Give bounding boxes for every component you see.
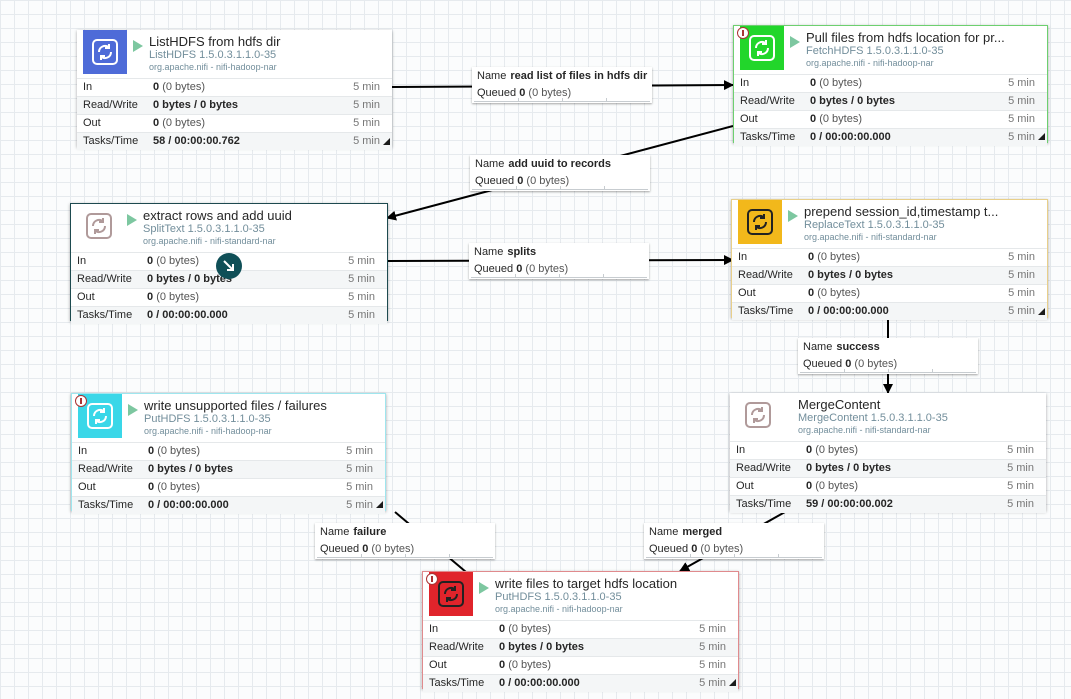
stat-row-out: Out 0 (0 bytes) 5 min bbox=[734, 110, 1047, 128]
stat-row-tasks: Tasks/Time 0 / 00:00:00.000 5 min bbox=[734, 128, 1047, 146]
processor-bundle: org.apache.nifi - nifi-standard-nar bbox=[798, 425, 931, 435]
connection-label-read-list[interactable]: Name read list of files in hdfs dir Queue… bbox=[472, 67, 652, 103]
processor-replacetext[interactable]: prepend session_id,timestamp t... Replac… bbox=[731, 199, 1048, 320]
processor-type: ListHDFS 1.5.0.3.1.1.0-35 bbox=[149, 49, 277, 61]
stat-row-in: In 0 (0 bytes) 5 min bbox=[734, 74, 1047, 92]
running-icon bbox=[133, 40, 143, 52]
processor-bundle: org.apache.nifi - nifi-hadoop-nar bbox=[806, 58, 934, 68]
resize-handle bbox=[376, 501, 383, 508]
queue-backpressure-bar bbox=[472, 186, 648, 190]
processor-name: MergeContent bbox=[798, 397, 881, 412]
stat-row-tasks: Tasks/Time 0 / 00:00:00.000 5 min bbox=[732, 302, 1047, 320]
refresh-icon bbox=[745, 402, 771, 428]
running-icon bbox=[127, 214, 137, 226]
processor-bundle: org.apache.nifi - nifi-standard-nar bbox=[804, 232, 937, 242]
refresh-icon bbox=[747, 209, 773, 235]
stat-row-in: In 0 (0 bytes) 5 min bbox=[72, 442, 385, 460]
queue-backpressure-bar bbox=[474, 98, 650, 102]
stat-row-out: Out 0 (0 bytes) 5 min bbox=[423, 656, 738, 674]
stat-row-in: In 0 (0 bytes) 5 min bbox=[77, 78, 392, 96]
processor-name: Pull files from hdfs location for pr... bbox=[806, 30, 1005, 45]
processor-fetchhdfs[interactable]: Pull files from hdfs location for pr... … bbox=[733, 25, 1048, 146]
refresh-icon bbox=[92, 39, 118, 65]
stat-row-in: In 0 (0 bytes) 5 min bbox=[732, 248, 1047, 266]
processor-name: prepend session_id,timestamp t... bbox=[804, 204, 999, 219]
stat-row-out: Out 0 (0 bytes) 5 min bbox=[730, 477, 1046, 495]
queue-backpressure-bar bbox=[317, 554, 493, 558]
stat-row-tasks: Tasks/Time 0 / 00:00:00.000 5 min bbox=[423, 674, 738, 692]
connection-label-splits[interactable]: Name splits Queued 0 (0 bytes) bbox=[469, 243, 649, 279]
connection-label-failure[interactable]: Name failure Queued 0 (0 bytes) bbox=[315, 523, 495, 559]
running-icon bbox=[790, 36, 800, 48]
restricted-badge-icon bbox=[737, 27, 749, 39]
connection-label-merged[interactable]: Name merged Queued 0 (0 bytes) bbox=[644, 523, 824, 559]
queue-backpressure-bar bbox=[646, 554, 822, 558]
stat-row-rw: Read/Write 0 bytes / 0 bytes 5 min bbox=[423, 638, 738, 656]
stat-row-tasks: Tasks/Time 0 / 00:00:00.000 5 min bbox=[72, 496, 385, 514]
processor-icon bbox=[736, 393, 780, 437]
resize-handle bbox=[729, 679, 736, 686]
processor-type: PutHDFS 1.5.0.3.1.1.0-35 bbox=[495, 591, 622, 603]
restricted-badge-icon bbox=[75, 395, 87, 407]
processor-type: PutHDFS 1.5.0.3.1.1.0-35 bbox=[144, 413, 271, 425]
processor-type: MergeContent 1.5.0.3.1.1.0-35 bbox=[798, 412, 948, 424]
resize-handle bbox=[1038, 133, 1045, 140]
stat-row-tasks: Tasks/Time 0 / 00:00:00.000 5 min bbox=[71, 306, 387, 324]
stat-row-tasks: Tasks/Time 59 / 00:00:00.002 5 min bbox=[730, 495, 1046, 513]
processor-type: ReplaceText 1.5.0.3.1.1.0-35 bbox=[804, 219, 945, 231]
stat-row-in: In 0 (0 bytes) 5 min bbox=[423, 620, 738, 638]
processor-type: SplitText 1.5.0.3.1.1.0-35 bbox=[143, 223, 265, 235]
processor-mergecontent[interactable]: MergeContent MergeContent 1.5.0.3.1.1.0-… bbox=[730, 393, 1046, 513]
refresh-icon bbox=[87, 403, 113, 429]
running-icon bbox=[128, 404, 138, 416]
processor-puthdfs-failures[interactable]: write unsupported files / failures PutHD… bbox=[71, 393, 386, 514]
processor-icon bbox=[83, 30, 127, 74]
processor-icon bbox=[77, 204, 121, 248]
processor-type: FetchHDFS 1.5.0.3.1.1.0-35 bbox=[806, 45, 944, 57]
stat-row-rw: Read/Write 0 bytes / 0 bytes 5 min bbox=[730, 459, 1046, 477]
queue-backpressure-bar bbox=[471, 274, 647, 278]
connection-label-success[interactable]: Name success Queued 0 (0 bytes) bbox=[798, 338, 978, 374]
running-icon bbox=[788, 210, 798, 222]
stat-row-out: Out 0 (0 bytes) 5 min bbox=[72, 478, 385, 496]
refresh-icon bbox=[749, 35, 775, 61]
connection-label-add-uuid[interactable]: Name add uuid to records Queued 0 (0 byte… bbox=[470, 155, 650, 191]
refresh-icon bbox=[86, 213, 112, 239]
stat-row-out: Out 0 (0 bytes) 5 min bbox=[77, 114, 392, 132]
stat-row-tasks: Tasks/Time 58 / 00:00:00.762 5 min bbox=[77, 132, 392, 150]
stat-row-rw: Read/Write 0 bytes / 0 bytes 5 min bbox=[732, 266, 1047, 284]
stat-row-out: Out 0 (0 bytes) 5 min bbox=[732, 284, 1047, 302]
processor-bundle: org.apache.nifi - nifi-standard-nar bbox=[143, 236, 276, 246]
processor-bundle: org.apache.nifi - nifi-hadoop-nar bbox=[144, 426, 272, 436]
processor-icon bbox=[738, 200, 782, 244]
processor-bundle: org.apache.nifi - nifi-hadoop-nar bbox=[495, 604, 623, 614]
stat-row-rw: Read/Write 0 bytes / 0 bytes 5 min bbox=[77, 96, 392, 114]
processor-bundle: org.apache.nifi - nifi-hadoop-nar bbox=[149, 62, 277, 72]
processor-name: write unsupported files / failures bbox=[144, 398, 327, 413]
queue-backpressure-bar bbox=[800, 369, 976, 373]
stat-row-rw: Read/Write 0 bytes / 0 bytes 5 min bbox=[72, 460, 385, 478]
refresh-icon bbox=[438, 581, 464, 607]
processor-name: write files to target hdfs location bbox=[495, 576, 678, 591]
processor-name: ListHDFS from hdfs dir bbox=[149, 34, 281, 49]
stat-row-in: In 0 (0 bytes) 5 min bbox=[730, 441, 1046, 459]
stat-row-rw: Read/Write 0 bytes / 0 bytes 5 min bbox=[734, 92, 1047, 110]
processor-name: extract rows and add uuid bbox=[143, 208, 292, 223]
processor-puthdfs-target[interactable]: write files to target hdfs location PutH… bbox=[422, 571, 739, 692]
processor-listhdfs[interactable]: ListHDFS from hdfs dir ListHDFS 1.5.0.3.… bbox=[77, 30, 392, 150]
running-icon bbox=[479, 582, 489, 594]
resize-handle bbox=[1038, 308, 1045, 315]
connection-drag-cursor-icon bbox=[216, 253, 242, 279]
resize-handle bbox=[383, 138, 390, 145]
stat-row-out: Out 0 (0 bytes) 5 min bbox=[71, 288, 387, 306]
restricted-badge-icon bbox=[426, 573, 438, 585]
